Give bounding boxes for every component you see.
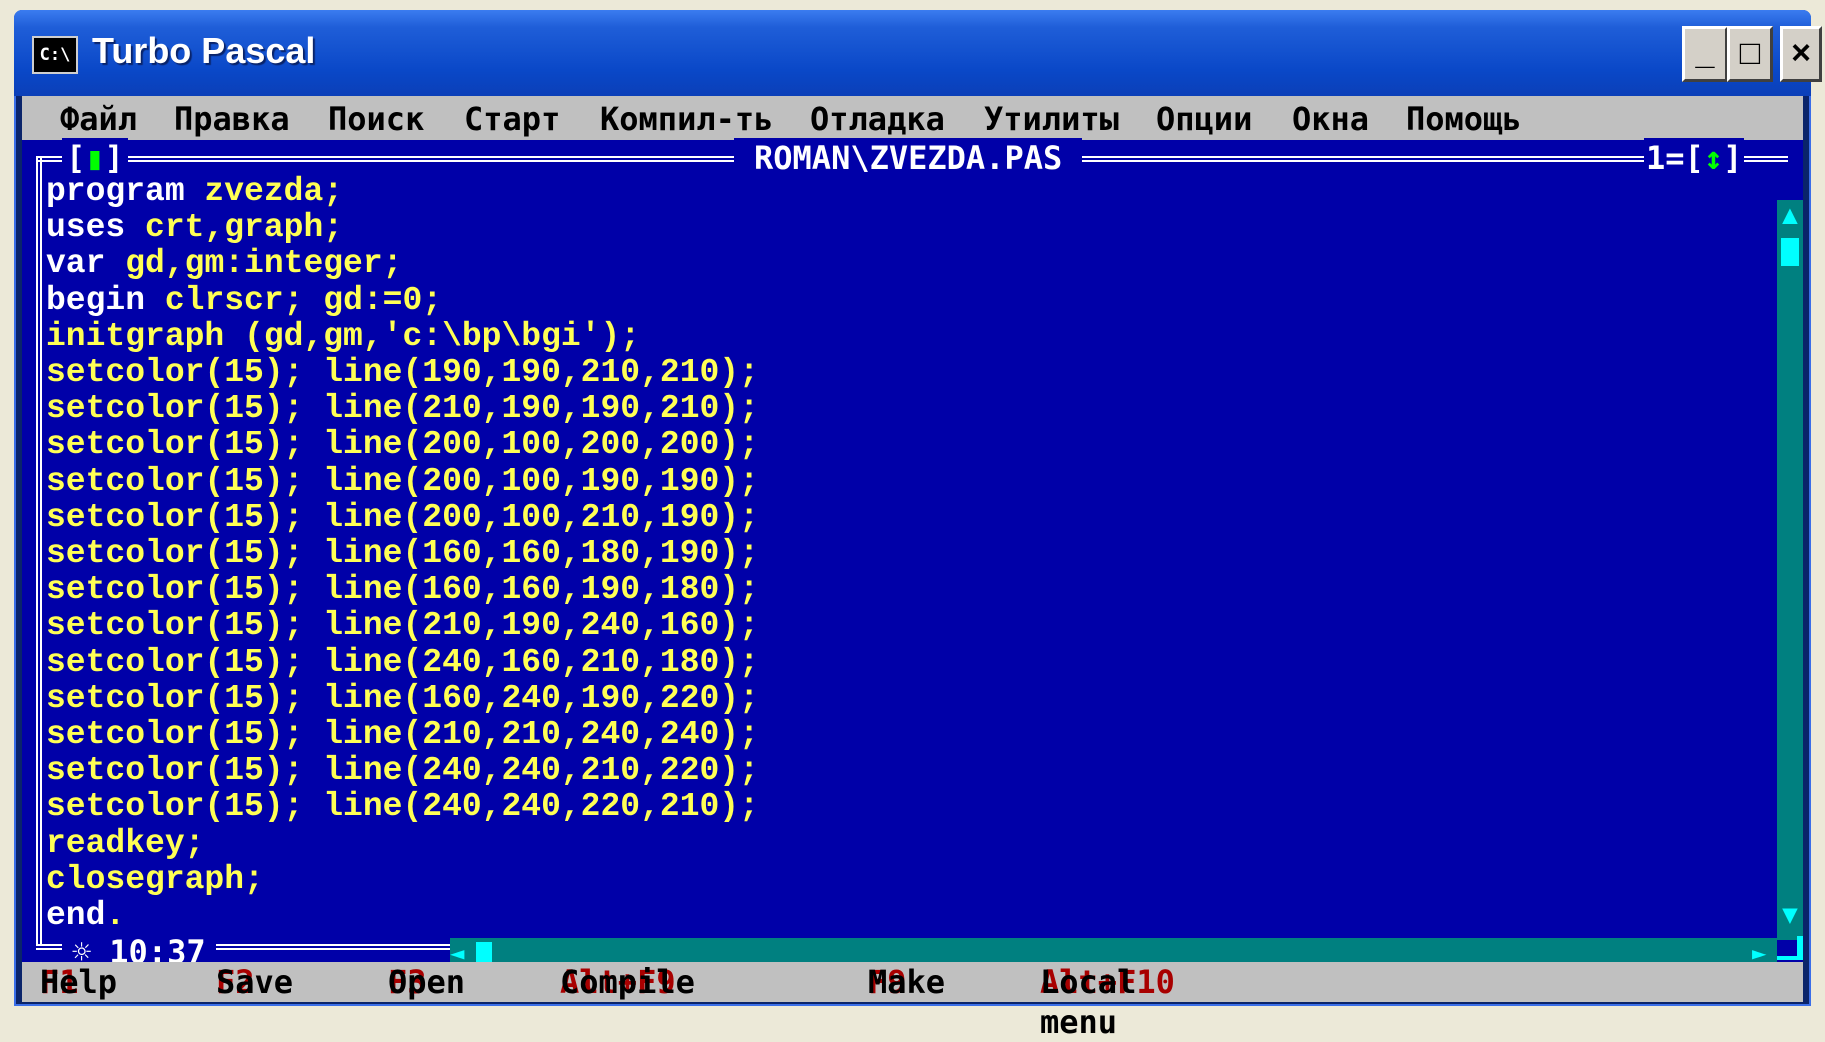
code-line[interactable]: setcolor(15); line(160,160,180,190); <box>46 535 759 572</box>
code-line[interactable]: var gd,gm:integer; <box>46 245 402 282</box>
code-line[interactable]: begin clrscr; gd:=0; <box>46 282 442 319</box>
code-keyword: end <box>46 897 106 935</box>
console-app-icon[interactable]: C:\ <box>32 36 78 74</box>
code-text: setcolor(15); line(240,240,210,220); <box>46 752 759 790</box>
code-text: setcolor(15); line(160,160,180,190); <box>46 535 759 573</box>
code-text: setcolor(15); line(160,240,190,220); <box>46 679 759 717</box>
code-line[interactable]: setcolor(15); line(200,100,210,190); <box>46 499 759 536</box>
editor-file-title: ROMAN\ZVEZDA.PAS <box>734 138 1083 178</box>
console-client-area: Файл Правка Поиск Старт Компил-ть Отладк… <box>22 96 1803 1041</box>
code-line[interactable]: end. <box>46 897 125 934</box>
code-keyword: program <box>46 173 185 210</box>
code-keyword: var <box>46 245 106 283</box>
menu-tools[interactable]: Утилиты <box>984 96 1119 142</box>
code-text: setcolor(15); line(190,190,210,210); <box>46 354 759 392</box>
menu-run[interactable]: Старт <box>464 96 560 142</box>
code-line[interactable]: closegraph; <box>46 861 264 898</box>
menu-help[interactable]: Помощь <box>1406 96 1522 142</box>
minimize-button[interactable]: _ <box>1682 26 1728 82</box>
scroll-up-arrow-icon[interactable]: ▲ <box>1777 200 1803 230</box>
code-area[interactable]: program zvezda; uses crt,graph; var gd,g… <box>46 173 759 934</box>
editor-window-number[interactable]: 1=[↕] <box>1644 138 1745 178</box>
scroll-down-arrow-icon[interactable]: ▼ <box>1777 900 1803 930</box>
editor-frame-left <box>36 156 42 946</box>
window-title: Turbo Pascal <box>92 30 316 71</box>
zoom-right-bracket: ] <box>1723 139 1743 177</box>
code-text: setcolor(15); line(200,100,190,190); <box>46 462 759 500</box>
zoom-icon[interactable]: ↕ <box>1704 139 1723 177</box>
fkey-save-label: Save <box>216 963 294 1001</box>
code-line[interactable]: setcolor(15); line(210,210,240,240); <box>46 716 759 753</box>
close-box-left-bracket: [ <box>66 139 86 177</box>
code-line[interactable]: setcolor(15); line(200,100,190,190); <box>46 463 759 500</box>
code-line[interactable]: setcolor(15); line(210,190,190,210); <box>46 390 759 427</box>
code-line[interactable]: setcolor(15); line(240,240,220,210); <box>46 788 759 825</box>
code-line[interactable]: setcolor(15); line(200,100,200,200); <box>46 426 759 463</box>
menu-bar: Файл Правка Поиск Старт Компил-ть Отладк… <box>22 96 1803 140</box>
menu-debug[interactable]: Отладка <box>810 96 945 142</box>
close-box-right-bracket: ] <box>104 139 124 177</box>
fkey-open-label: Open <box>388 963 466 1001</box>
close-box-icon: ▮ <box>85 139 105 177</box>
code-text: setcolor(15); line(240,240,220,210); <box>46 788 759 826</box>
function-key-bar: F1 Help F2 Save F3 Open Alt+F9 Compile F… <box>22 962 1803 1041</box>
code-text: readkey; <box>46 824 205 862</box>
code-text: initgraph (gd,gm,'c:\bp\bgi'); <box>46 317 641 355</box>
menu-edit[interactable]: Правка <box>174 96 290 142</box>
fkey-make-label: Make <box>868 963 946 1001</box>
window-number-label: 1=[ <box>1646 139 1704 177</box>
fkey-help-label: Help <box>40 963 118 1001</box>
code-line[interactable]: setcolor(15); line(240,240,210,220); <box>46 752 759 789</box>
code-text: gd,gm:integer; <box>105 245 403 283</box>
code-text: setcolor(15); line(160,160,190,180); <box>46 571 759 609</box>
menu-search[interactable]: Поиск <box>328 96 424 142</box>
vertical-scrollbar[interactable]: ▲ ▼ <box>1777 200 1803 940</box>
code-line[interactable]: readkey; <box>46 825 204 862</box>
title-bar[interactable]: C:\ Turbo Pascal _ □ × <box>14 10 1822 96</box>
code-line[interactable]: setcolor(15); line(210,190,240,160); <box>46 607 759 644</box>
code-text: crt,graph; <box>125 209 344 247</box>
fkey-compile-label: Compile <box>560 963 695 1001</box>
turbo-pascal-window: C:\ Turbo Pascal _ □ × Файл Правка Поиск… <box>14 10 1822 1041</box>
menu-window[interactable]: Окна <box>1292 96 1369 142</box>
fkey-local-menu-label: Local menu <box>1040 963 1137 1041</box>
editor-window[interactable]: [▮] ROMAN\ZVEZDA.PAS 1=[↕] program zvezd… <box>22 138 1803 972</box>
code-text: setcolor(15); line(240,160,210,180); <box>46 643 759 681</box>
resize-corner[interactable] <box>1777 936 1803 960</box>
maximize-button[interactable]: □ <box>1727 26 1773 82</box>
code-text: . <box>105 897 126 935</box>
close-button[interactable]: × <box>1780 26 1822 82</box>
code-text: zvezda; <box>184 173 344 210</box>
code-line[interactable]: initgraph (gd,gm,'c:\bp\bgi'); <box>46 318 640 355</box>
code-line[interactable]: program zvezda; <box>46 173 343 210</box>
code-text: setcolor(15); line(200,100,200,200); <box>46 426 759 464</box>
code-line[interactable]: setcolor(15); line(190,190,210,210); <box>46 354 759 391</box>
code-line[interactable]: setcolor(15); line(160,160,190,180); <box>46 571 759 608</box>
editor-close-box[interactable]: [▮] <box>62 138 128 178</box>
code-keyword: uses <box>46 209 126 247</box>
code-text: setcolor(15); line(210,190,190,210); <box>46 390 759 428</box>
code-keyword: begin <box>46 281 146 319</box>
code-text: setcolor(15); line(200,100,210,190); <box>46 498 759 536</box>
code-text: setcolor(15); line(210,210,240,240); <box>46 716 759 754</box>
code-text: setcolor(15); line(210,190,240,160); <box>46 607 759 645</box>
vertical-scroll-thumb[interactable] <box>1777 234 1803 270</box>
menu-file[interactable]: Файл <box>60 96 137 142</box>
code-line[interactable]: uses crt,graph; <box>46 209 343 246</box>
menu-compile[interactable]: Компил-ть <box>600 96 773 142</box>
code-text: closegraph; <box>46 860 264 898</box>
code-text: clrscr; gd:=0; <box>145 281 443 319</box>
menu-options[interactable]: Опции <box>1156 96 1252 142</box>
code-line[interactable]: setcolor(15); line(160,240,190,220); <box>46 680 759 717</box>
code-line[interactable]: setcolor(15); line(240,160,210,180); <box>46 644 759 681</box>
